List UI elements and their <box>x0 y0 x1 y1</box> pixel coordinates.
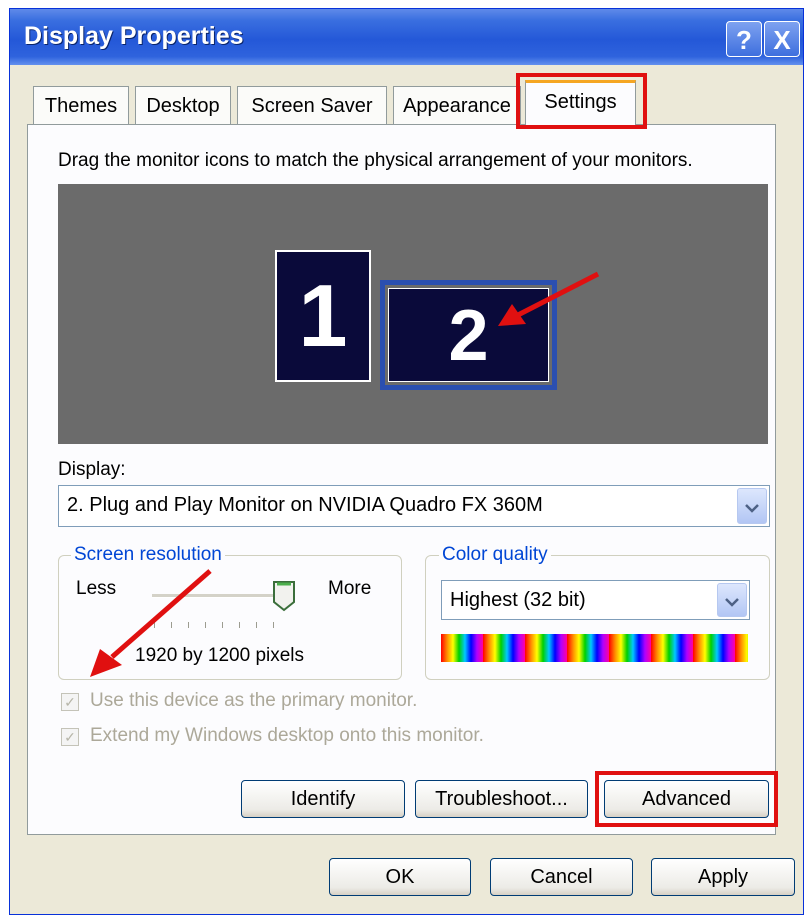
screen-resolution-legend: Screen resolution <box>71 544 225 566</box>
help-button[interactable]: ? <box>726 21 762 57</box>
tab-appearance[interactable]: Appearance <box>393 86 521 124</box>
settings-tab-highlight <box>516 73 647 129</box>
tab-themes[interactable]: Themes <box>33 86 129 124</box>
cancel-button[interactable]: Cancel <box>490 858 633 896</box>
instructions-text: Drag the monitor icons to match the phys… <box>58 150 693 171</box>
color-quality-select[interactable]: Highest (32 bit) <box>441 580 750 620</box>
monitor-1-icon[interactable]: 1 <box>275 250 371 382</box>
color-quality-legend: Color quality <box>439 544 551 566</box>
title-bar[interactable]: Display Properties ? X <box>10 9 803 65</box>
extend-desktop-label: Extend my Windows desktop onto this moni… <box>90 725 484 746</box>
resolution-slider-thumb[interactable] <box>272 580 296 612</box>
more-label: More <box>328 578 372 599</box>
extend-desktop-checkbox[interactable]: ✓ <box>61 728 79 746</box>
display-select[interactable]: 2. Plug and Play Monitor on NVIDIA Quadr… <box>58 485 770 527</box>
monitor-arrangement-area: 1 2 <box>58 184 768 444</box>
color-quality-value: Highest (32 bit) <box>450 589 586 611</box>
close-button[interactable]: X <box>764 21 800 57</box>
display-select-value: 2. Plug and Play Monitor on NVIDIA Quadr… <box>67 494 543 516</box>
annotation-arrow-checkbox <box>90 569 212 677</box>
display-label: Display: <box>58 459 126 480</box>
primary-monitor-checkbox[interactable]: ✓ <box>61 693 79 711</box>
tab-screen-saver[interactable]: Screen Saver <box>237 86 387 124</box>
chevron-down-icon[interactable] <box>737 488 767 524</box>
primary-monitor-label: Use this device as the primary monitor. <box>90 690 418 711</box>
ok-button[interactable]: OK <box>329 858 471 896</box>
chevron-down-icon[interactable] <box>717 583 747 617</box>
annotation-arrow-monitor <box>498 271 600 326</box>
color-spectrum-bar <box>441 634 748 662</box>
identify-button[interactable]: Identify <box>241 780 405 818</box>
window-title: Display Properties <box>24 22 244 50</box>
apply-button[interactable]: Apply <box>651 858 795 896</box>
tab-desktop[interactable]: Desktop <box>135 86 231 124</box>
troubleshoot-button[interactable]: Troubleshoot... <box>415 780 588 818</box>
advanced-button-highlight <box>595 771 778 827</box>
